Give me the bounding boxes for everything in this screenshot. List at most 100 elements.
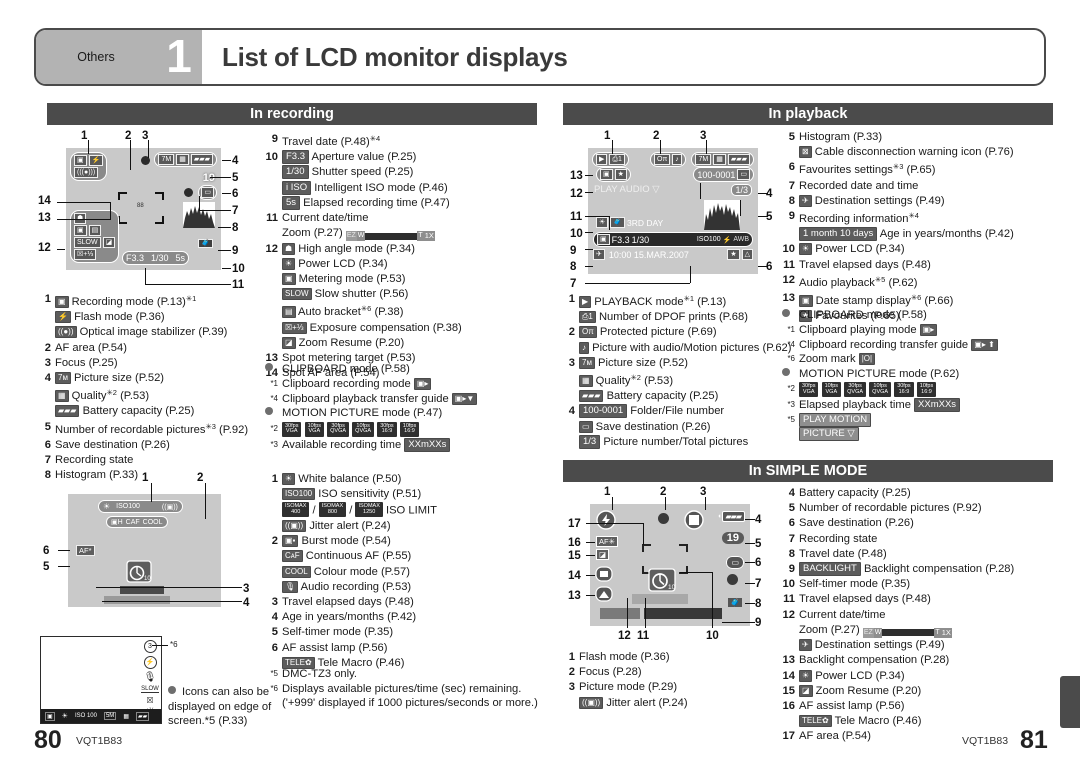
edge-icon-strip: 3 ⚡ 🎙 SLOW ☒ +⅓ (139, 637, 161, 714)
item-text: ▣ Metering mode (P.53) (282, 272, 540, 287)
exposure-readout-group: F3.3 1/30 5s (122, 251, 190, 265)
zoom-bar-icon: EZ W T 1X (862, 627, 952, 638)
bullet-icon (782, 308, 799, 323)
list-item: ((●)) Optical image stabilizer (P.39) (38, 325, 263, 340)
list-item: 10 ☀ Power LCD (P.34) (782, 242, 1052, 257)
item-number: 11 (266, 211, 278, 224)
zoom-resume-icon: ◪ (282, 336, 296, 349)
iso-sensitivity: ISO100 (116, 503, 140, 510)
item-number: 5 (271, 626, 278, 639)
item-number: 5 (788, 131, 795, 143)
item-number: 1 (568, 651, 575, 663)
value-chip: i ISO (282, 180, 312, 195)
thumb-tab-marker (1060, 676, 1080, 728)
item-text: Backlight compensation (P.28) (799, 654, 950, 667)
item-number: 2 (568, 326, 575, 339)
list-item: SLOW Slow shutter (P.56) (265, 287, 540, 302)
destination-icon: ✈ (593, 249, 605, 260)
item-text: ✈ Destination settings (P.49) (799, 638, 1052, 653)
list-item: 6 Save destination (P.26) (38, 438, 263, 453)
list-item: ▭ Save destination (P.26) (562, 420, 797, 435)
note-text: 30fps VGA 10fps VGA 30fps QVGA 10fps QVGA 30… (282, 421, 540, 438)
item-text: Recording state (55, 453, 134, 466)
protect-audio-group: Oπ ♪ (650, 152, 686, 167)
clipboard-play-icon: ▣▸ (919, 324, 938, 337)
zoom-resume-icon: ◪ (102, 237, 116, 248)
callout-12: 12 (570, 188, 583, 200)
item-number: 1 (271, 473, 278, 485)
recorded-datetime: 10:00 15.MAR.2007 (608, 249, 689, 260)
chapter-tab: Others (36, 30, 156, 84)
list-item: ▰▰▰ Battery capacity (P.25) (38, 404, 263, 419)
battery-icon: ▰▰▰ (579, 390, 604, 403)
recording-list-left: 1 ▣ Recording mode (P.13)✳1 ⚡ Flash mode (… (38, 292, 263, 483)
camera-icon: ▣ (45, 711, 55, 721)
audio-picture-icon: ♪ (579, 341, 589, 354)
playback-list-left: 1 ▶ PLAYBACK mode✳1 (P.13) ⎙1 Number of DP… (562, 292, 797, 450)
item-number: 12 (782, 273, 795, 286)
list-item: i ISO Intelligent ISO mode (P.46) (265, 180, 540, 196)
item-text: ◪ Zoom Resume (P.20) (282, 336, 540, 351)
list-item: 1 ▣ Recording mode (P.13)✳1 (38, 292, 263, 310)
item-number: 3 (568, 681, 575, 694)
motion-fps-icon: 10fps VGA (821, 382, 842, 398)
item-text: Travel date (P.48)✳4 (282, 134, 381, 148)
note-bullet: MOTION PICTURE mode (P.62) (782, 367, 1052, 382)
elapsed-time: 5s (175, 253, 186, 263)
iso-limit-icon: ISOMAX 800 (318, 502, 347, 518)
item-text: SLOW Slow shutter (P.56) (282, 287, 540, 302)
list-item: 5 Number of recordable pictures✳3 (P.92) (38, 420, 263, 438)
item-text: ✈ Destination settings (P.49) (799, 194, 1052, 209)
list-item: 6 Favourites settings✳3 (P.65) (782, 160, 1052, 178)
item-text: Current date/time (282, 211, 369, 224)
callout-5: 5 (766, 211, 773, 223)
edge-note-text: Icons can also be displayed on edge of s… (168, 686, 272, 728)
note-text: CLIPBOARD mode (P.58) (282, 363, 410, 375)
item-number: 3 (271, 596, 278, 608)
item-text: ▦ Quality✳2 (P.53) (579, 371, 797, 389)
playback-list-right: 5 Histogram (P.33) ⊠ Cable disconnection w… (782, 130, 1052, 324)
edge-icons-thumbnail: 3 ⚡ 🎙 SLOW ☒ +⅓ ▣ ☀ ISO 100 5M ▦ ▰▰ (40, 636, 162, 724)
note-text: Displays available pictures/time (sec) r… (282, 682, 522, 695)
item-number: 6 (271, 641, 278, 654)
item-number: 6 (44, 438, 51, 451)
list-item: 7 Recording state (38, 453, 263, 468)
list-item: ISOMAX 400 / ISOMAX 800 / ISOMAX 1250 ISO L… (265, 502, 540, 518)
list-item: ISO100 ISO sensitivity (P.51) (265, 487, 540, 502)
metering-icon: ▣ (282, 273, 296, 286)
dpof-icon: ⎙1 (609, 154, 625, 165)
item-text: ☒+⅓ Exposure compensation (P.38) (282, 321, 540, 336)
note-item: *4 Clipboard recording transfer guide ▣▸ … (782, 338, 1052, 353)
callout-4: 4 (232, 155, 239, 167)
item-number: 12 (782, 608, 795, 621)
item-number: 15 (782, 684, 795, 697)
item-text: COOL Colour mode (P.57) (282, 565, 540, 580)
list-item: 14 ☀ Power LCD (P.34) (782, 669, 1052, 684)
callout-2: 2 (653, 130, 660, 142)
note-mark: *1 (270, 379, 278, 389)
note-item: *5 PLAY MOTION PICTURE ▽ (782, 412, 1052, 442)
quality-icon: ▦ (579, 374, 593, 387)
auto-bracket-icon: ▤ (282, 306, 296, 319)
zoom-mark-icon: |O| (858, 353, 876, 366)
list-item: 13 ▣ Date stamp display✳6 (P.66) (782, 291, 1052, 309)
note-text: Clipboard recording transfer guide ▣▸ ⬆ (799, 338, 1052, 353)
callout-9: 9 (232, 245, 239, 257)
COOL: COOL (282, 565, 311, 578)
list-item: Zoom (P.27) EZ W T 1X (782, 623, 1052, 638)
item-number: 12 (265, 242, 278, 255)
item-text: ((▣)) Jitter alert (P.24) (282, 519, 540, 534)
recording-information-group: ▣ F3.3 1/30 ISO100 ⚡ AWB (593, 232, 753, 247)
list-item: 3 Picture mode (P.29) (562, 680, 772, 695)
bullet-icon (265, 362, 282, 377)
date-stamp-icon: ▣ (799, 294, 813, 307)
clipboard-rec-icon: ▣▸ (413, 378, 432, 391)
callout-15: 15 (568, 550, 581, 562)
item-text: Recorded date and time (799, 179, 919, 192)
flash-icon (596, 510, 616, 530)
list-item: 11 Travel elapsed days (P.48) (782, 258, 1052, 273)
self-timer-icon: 10 (648, 568, 676, 592)
item-number: 7 (788, 532, 795, 545)
play-audio-label: PLAY AUDIO ▽ (594, 184, 660, 195)
motion-fps-icon: 10fps 16:9 (916, 382, 937, 398)
